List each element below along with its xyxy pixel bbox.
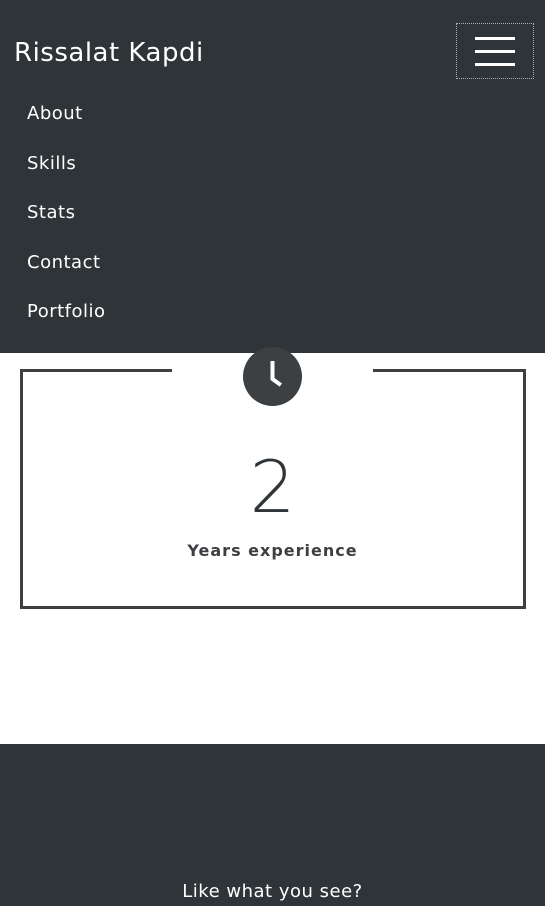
clock-icon — [243, 347, 302, 406]
navbar: Rissalat Kapdi About Skills Stats Contac… — [0, 0, 545, 353]
nav-item-stats: Stats — [27, 188, 106, 238]
cta-text: Like what you see? — [182, 881, 363, 902]
nav-menu: About Skills Stats Contact Portfolio — [27, 89, 106, 337]
nav-item-about: About — [27, 89, 106, 139]
menu-toggle-button[interactable] — [456, 23, 534, 79]
stat-label: Years experience — [187, 541, 358, 560]
hamburger-icon-bar-middle — [475, 49, 515, 53]
nav-link-stats[interactable]: Stats — [27, 202, 75, 223]
nav-link-contact[interactable]: Contact — [27, 252, 101, 273]
page: Rissalat Kapdi About Skills Stats Contac… — [0, 0, 545, 906]
cta-section: Like what you see? — [0, 744, 545, 906]
nav-link-about[interactable]: About — [27, 103, 83, 124]
nav-link-portfolio[interactable]: Portfolio — [27, 301, 106, 322]
nav-item-portfolio: Portfolio — [27, 287, 106, 337]
brand-link[interactable]: Rissalat Kapdi — [14, 36, 204, 70]
nav-link-skills[interactable]: Skills — [27, 153, 76, 174]
stat-value: 2 — [249, 445, 296, 529]
hamburger-icon-bar-top — [475, 36, 515, 40]
hamburger-icon-bar-bottom — [475, 62, 515, 66]
nav-item-contact: Contact — [27, 238, 106, 288]
nav-item-skills: Skills — [27, 139, 106, 189]
